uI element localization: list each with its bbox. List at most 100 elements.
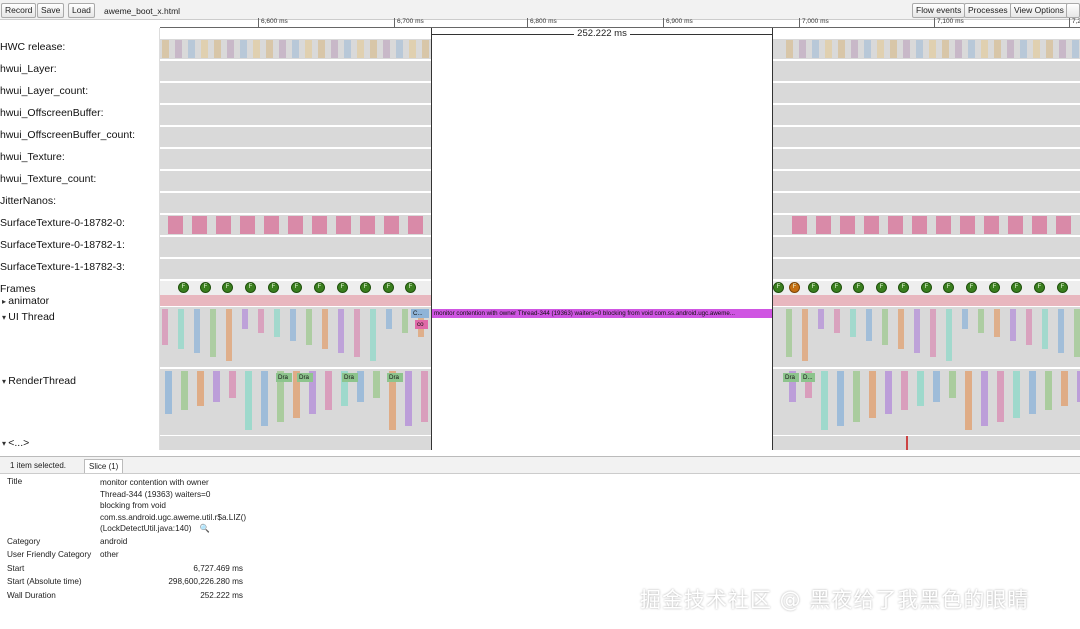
frame-marker: F bbox=[989, 282, 1000, 293]
ui-thread-activity bbox=[242, 309, 248, 329]
slice-render-draw[interactable]: D... bbox=[801, 373, 815, 382]
detail-key-category: Category bbox=[7, 537, 41, 546]
slice-monitor-contention[interactable]: monitor contention with owner Thread-344… bbox=[432, 309, 772, 318]
slice-render-draw[interactable]: Dra bbox=[783, 373, 799, 382]
track-label-hwc-release: HWC release: bbox=[0, 41, 66, 53]
ui-thread-activity bbox=[866, 309, 872, 341]
surface-texture-mark bbox=[912, 216, 927, 234]
ui-thread-activity bbox=[962, 309, 968, 329]
ruler-tick: 6,800 ms bbox=[527, 18, 557, 28]
title-line-text: (LockDetectUtil.java:140) bbox=[100, 524, 192, 533]
frame-marker: F bbox=[360, 282, 371, 293]
title-line: monitor contention with owner bbox=[100, 478, 209, 487]
ui-thread-activity bbox=[1074, 309, 1080, 357]
surface-texture-mark bbox=[240, 216, 255, 234]
save-button[interactable]: Save bbox=[37, 3, 65, 18]
render-thread-activity bbox=[917, 371, 924, 406]
flow-events-button[interactable]: Flow events bbox=[912, 3, 966, 18]
render-thread-activity bbox=[853, 371, 860, 422]
thread-label-renderthread[interactable]: ▾ RenderThread bbox=[2, 375, 162, 388]
ui-thread-activity bbox=[850, 309, 856, 337]
ui-thread-activity bbox=[994, 309, 1000, 337]
surface-texture-mark bbox=[216, 216, 231, 234]
selection-status: 1 item selected. bbox=[10, 461, 67, 470]
selection-range[interactable] bbox=[431, 28, 773, 450]
ui-thread-activity bbox=[258, 309, 264, 333]
thread-label-more[interactable]: ▾ <...> bbox=[2, 437, 162, 450]
surface-texture-mark bbox=[408, 216, 423, 234]
hwc-release-mark bbox=[318, 40, 325, 58]
load-button[interactable]: Load bbox=[68, 3, 95, 18]
ruler-tick: 6,900 ms bbox=[663, 18, 693, 28]
hwc-release-mark bbox=[1020, 40, 1027, 58]
render-thread-activity bbox=[1029, 371, 1036, 414]
processes-button[interactable]: Processes bbox=[964, 3, 1012, 18]
surface-texture-mark bbox=[264, 216, 279, 234]
hwc-release-mark bbox=[799, 40, 806, 58]
hwc-release-mark bbox=[279, 40, 286, 58]
ui-thread-activity bbox=[914, 309, 920, 353]
hwc-release-mark bbox=[916, 40, 923, 58]
search-icon[interactable]: 🔍 bbox=[200, 524, 210, 533]
frame-marker: F bbox=[245, 282, 256, 293]
hwc-release-mark bbox=[812, 40, 819, 58]
detail-val-user-friendly-category: other bbox=[100, 550, 119, 559]
time-ruler[interactable]: 6,600 ms 6,700 ms 6,800 ms 6,900 ms 7,00… bbox=[160, 18, 1080, 28]
ui-thread-activity bbox=[1026, 309, 1032, 345]
hwc-release-mark bbox=[929, 40, 936, 58]
ui-thread-activity bbox=[386, 309, 392, 329]
hwc-release-mark bbox=[383, 40, 390, 58]
render-thread-activity bbox=[981, 371, 988, 426]
render-thread-activity bbox=[229, 371, 236, 398]
overflow-button[interactable] bbox=[1066, 3, 1080, 18]
slice-ui-small[interactable]: co bbox=[415, 320, 428, 329]
render-thread-activity bbox=[165, 371, 172, 414]
hwc-release-mark bbox=[1072, 40, 1079, 58]
render-thread-activity bbox=[325, 371, 332, 410]
slice-render-draw[interactable]: Dra bbox=[297, 373, 313, 382]
hwc-release-mark bbox=[201, 40, 208, 58]
surface-texture-mark bbox=[360, 216, 375, 234]
detail-val-start-absolute: 298,600,226.280 ms bbox=[168, 577, 243, 586]
track-area[interactable]: FFFFFFFFFFFFFFFFFFFFFFFFF 252.222 ms HWC… bbox=[0, 28, 1080, 450]
render-thread-activity bbox=[933, 371, 940, 402]
thread-label-ui-thread[interactable]: ▾ UI Thread bbox=[2, 311, 162, 324]
render-thread-activity bbox=[997, 371, 1004, 422]
title-line: (LockDetectUtil.java:140) 🔍 bbox=[100, 523, 246, 535]
hwc-release-mark bbox=[786, 40, 793, 58]
surface-texture-mark bbox=[384, 216, 399, 234]
ruler-tick: 6,700 ms bbox=[394, 18, 424, 28]
slice-ui-small[interactable]: C... bbox=[411, 309, 429, 318]
view-options-button[interactable]: View Options bbox=[1010, 3, 1068, 18]
surface-texture-mark bbox=[888, 216, 903, 234]
frame-marker: F bbox=[808, 282, 819, 293]
render-thread-activity bbox=[885, 371, 892, 414]
hwc-release-mark bbox=[1007, 40, 1014, 58]
title-line: Thread-344 (19363) waiters=0 bbox=[100, 489, 211, 499]
hwc-release-mark bbox=[422, 40, 429, 58]
frame-marker: F bbox=[876, 282, 887, 293]
slice-render-draw[interactable]: Dra bbox=[387, 373, 403, 382]
track-label-hwui-layer-count: hwui_Layer_count: bbox=[0, 85, 89, 97]
hwc-release-mark bbox=[396, 40, 403, 58]
thread-name: UI Thread bbox=[8, 311, 55, 323]
frame-marker: F bbox=[943, 282, 954, 293]
render-thread-activity bbox=[405, 371, 412, 426]
slice-render-draw[interactable]: Dra bbox=[342, 373, 358, 382]
ui-thread-activity bbox=[978, 309, 984, 333]
toolbar: Record Save Load aweme_boot_x.html Flow … bbox=[0, 0, 1080, 20]
thread-label-animator[interactable]: ▸ animator bbox=[2, 295, 162, 308]
thread-name: RenderThread bbox=[8, 375, 76, 387]
render-thread-activity bbox=[421, 371, 428, 422]
tab-slice[interactable]: Slice (1) bbox=[84, 459, 124, 473]
render-thread-activity bbox=[181, 371, 188, 410]
ruler-tick: 6,600 ms bbox=[258, 18, 288, 28]
render-thread-activity bbox=[197, 371, 204, 406]
frame-marker: F bbox=[200, 282, 211, 293]
render-thread-activity bbox=[949, 371, 956, 398]
slice-render-draw[interactable]: Dra bbox=[276, 373, 292, 382]
ui-thread-activity bbox=[274, 309, 280, 337]
hwc-release-mark bbox=[890, 40, 897, 58]
ruler-tick: 7,000 ms bbox=[799, 18, 829, 28]
record-button[interactable]: Record bbox=[1, 3, 37, 18]
